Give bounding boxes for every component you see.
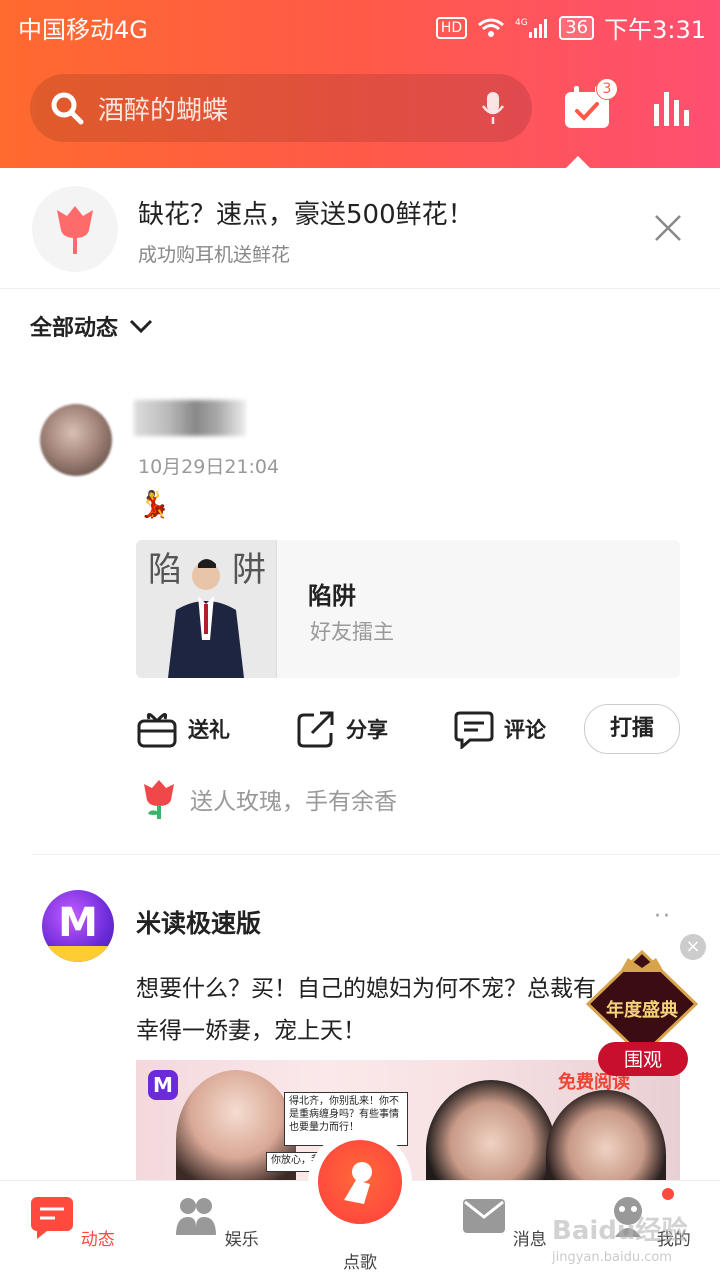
comment-icon [454,711,494,749]
gift-icon [137,713,177,748]
status-bar: 中国移动4G HD 4G 36 下午3:31 [0,0,720,50]
share-label: 分享 [346,718,388,742]
gala-title: 年度盛典 [606,999,678,1021]
share-button[interactable]: 分享 [296,704,388,754]
tab-entertainment[interactable]: 娱乐 [166,1193,266,1250]
tab-messages-label: 消息 [512,1230,547,1250]
sing-button[interactable] [318,1140,402,1224]
top-header: 中国移动4G HD 4G 36 下午3:31 酒醉的蝴蝶 3 [0,0,720,168]
dancer-emoji: 💃 [138,490,171,520]
rose-text: 送人玫瑰，手有余香 [190,789,397,815]
flower-icon [32,186,118,272]
ranking-chart-icon[interactable] [652,90,696,126]
search-bar[interactable]: 酒醉的蝴蝶 [30,74,532,142]
song-card[interactable]: 陷 阱 陷阱 好友擂主 [136,540,680,678]
tab-messages[interactable]: 消息 [454,1193,554,1250]
album-cover: 陷 阱 [136,540,277,678]
tab-sing-label[interactable]: 点歌 [310,1248,410,1273]
song-subtitle: 好友擂主 [310,620,394,644]
chevron-down-icon [129,319,153,334]
hd-badge: HD [435,16,468,39]
carrier-label: 中国移动4G [18,16,148,44]
more-options-icon[interactable]: ·· [654,904,672,929]
gala-button-label: 围观 [624,1049,662,1071]
mail-icon [463,1199,506,1233]
baidu-watermark: Baidu经验 [552,1216,688,1246]
ad-logo: M [148,1070,178,1100]
header-pointer [566,156,590,168]
song-title: 陷阱 [308,582,356,610]
tab-feed-label: 动态 [80,1230,115,1250]
search-placeholder[interactable]: 酒醉的蝴蝶 [98,90,480,127]
challenge-button[interactable]: 打擂 [584,704,680,754]
share-icon [297,711,334,748]
close-icon[interactable] [652,212,684,244]
promo-banner[interactable]: 缺花？速点，豪送500鲜花！ 成功购耳机送鲜花 [0,168,720,289]
people-icon [176,1198,217,1235]
ad-illustration-girl [176,1070,296,1190]
gift-label: 送礼 [188,718,230,742]
promo-title: 缺花？速点，豪送500鲜花！ [138,200,474,230]
ad-illustration-woman [546,1090,666,1190]
close-float-icon[interactable]: × [680,934,706,960]
rose-gift-prompt[interactable]: 送人玫瑰，手有余香 [140,778,397,820]
blurred-username[interactable] [134,400,246,436]
tab-entertainment-label: 娱乐 [224,1230,259,1250]
wifi-icon [478,18,505,37]
rose-icon [144,780,174,819]
app-avatar[interactable]: M [42,890,114,962]
feed-filter-label: 全部动态 [30,316,119,341]
microphone-icon[interactable] [480,90,506,126]
search-icon [51,92,84,125]
avatar[interactable] [40,404,112,476]
app-logo-letter: M [58,900,98,946]
microphone-icon [344,1162,372,1204]
battery-indicator: 36 [559,15,595,40]
gift-button[interactable]: 送礼 [136,704,230,754]
annual-gala-badge[interactable]: 年度盛典 围观 [584,944,700,1080]
baidu-watermark-url: jingyan.baidu.com [552,1250,672,1265]
signal-icon: 4G [515,18,548,38]
app-logo-base [42,946,114,962]
feed-icon [31,1197,74,1239]
ad-text: 想要什么？买！自己的媳妇为何不宠？总裁有幸得一娇妻，宠上天！ [136,976,596,1044]
tab-feed[interactable]: 动态 [22,1193,122,1250]
speech-bubble: 得北齐，你别乱来！你不是重病缠身吗？有些事情也要量力而行！ [284,1092,408,1146]
ad-account-name[interactable]: 米读极速版 [136,904,261,940]
divider [32,854,720,855]
singer-figure-icon [168,559,244,678]
notification-dot [662,1188,674,1200]
clock: 下午3:31 [604,16,706,44]
calendar-badge: 3 [596,78,618,100]
ad-illustration-man [426,1080,556,1190]
promo-subtitle: 成功购耳机送鲜花 [138,244,291,266]
post-time: 10月29日21:04 [138,456,280,478]
feed-filter-dropdown[interactable]: 全部动态 [30,310,154,342]
post-actions: 送礼 分享 评论 打擂 [136,704,680,754]
status-right: HD 4G 36 下午3:31 [435,10,706,45]
comment-button[interactable]: 评论 [454,704,546,754]
svg-text:4G: 4G [515,18,528,28]
comment-label: 评论 [504,718,546,742]
